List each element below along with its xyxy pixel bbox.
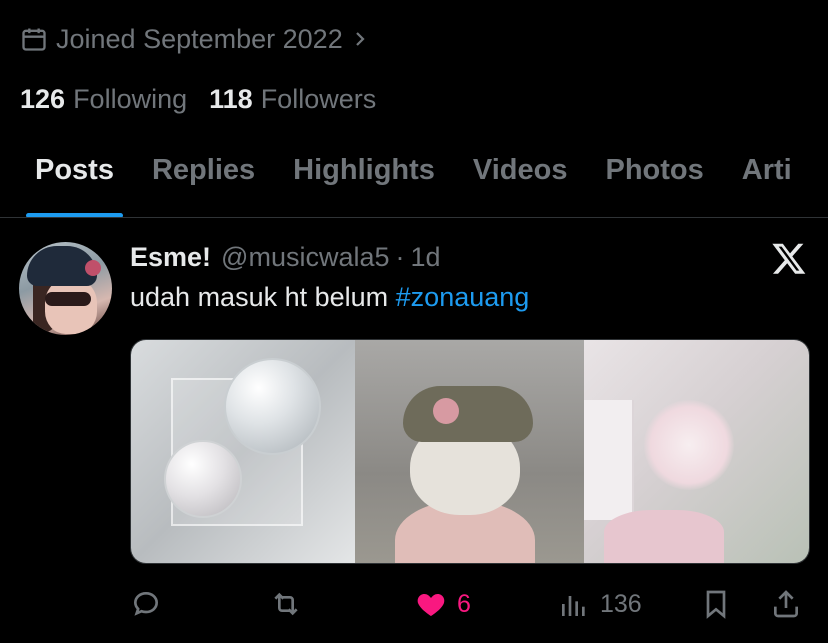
tab-articles[interactable]: Arti	[741, 140, 792, 217]
avatar[interactable]	[19, 242, 112, 335]
repost-button[interactable]	[270, 588, 302, 620]
tab-videos[interactable]: Videos	[472, 140, 568, 217]
post-media-grid[interactable]	[130, 339, 810, 564]
following-stat[interactable]: 126 Following	[20, 84, 187, 115]
calendar-icon	[22, 28, 46, 51]
tab-highlights[interactable]: Highlights	[293, 140, 435, 217]
media-image-lily[interactable]	[583, 340, 809, 563]
post-header: Esme! @musicwala5 · 1d	[130, 240, 441, 274]
post-text: udah masuk ht belum #zonauang	[130, 282, 529, 313]
share-button[interactable]	[770, 588, 802, 620]
tab-highlights-label: Highlights	[293, 154, 435, 186]
share-icon	[774, 590, 798, 618]
chevron-right-icon	[355, 32, 365, 46]
heart-icon	[417, 594, 445, 616]
joined-date-row[interactable]: Joined September 2022	[20, 22, 377, 56]
avatar-flower	[85, 260, 101, 276]
avatar-face	[45, 278, 97, 334]
followers-count: 118	[209, 83, 253, 114]
hashtag-link[interactable]: #zonauang	[396, 282, 530, 312]
lily-flower	[643, 400, 734, 490]
tab-posts[interactable]: Posts	[26, 140, 123, 217]
x-logo-icon	[772, 243, 806, 274]
repost-icon	[274, 592, 298, 616]
author-handle[interactable]: @musicwala5	[221, 242, 389, 273]
bookmark-button[interactable]	[700, 588, 732, 620]
follow-stats: 126 Following 118 Followers	[20, 82, 398, 116]
tab-articles-label: Arti	[741, 154, 792, 186]
avatar-glasses	[45, 292, 91, 306]
like-count: 6	[457, 589, 471, 618]
pink-satin	[603, 510, 724, 563]
following-label: Following	[73, 83, 188, 114]
post[interactable]: Esme! @musicwala5 · 1d udah masuk ht bel…	[0, 218, 828, 643]
author-name[interactable]: Esme!	[130, 242, 211, 273]
separator-dot: ·	[395, 241, 405, 272]
like-button[interactable]: 6	[415, 588, 471, 620]
views-icon	[562, 596, 585, 616]
tab-videos-label: Videos	[472, 154, 568, 186]
tab-photos[interactable]: Photos	[605, 140, 704, 217]
post-actions: 6 136	[130, 584, 810, 624]
followers-stat[interactable]: 118 Followers	[209, 84, 376, 115]
joined-date-text: Joined September 2022	[56, 23, 343, 54]
post-body: udah masuk ht belum	[130, 282, 396, 312]
tab-replies-label: Replies	[151, 154, 256, 186]
post-time[interactable]: 1d	[411, 242, 441, 273]
reply-button[interactable]	[130, 588, 162, 620]
media-image-crystal-spheres[interactable]	[131, 340, 356, 563]
reply-icon	[133, 591, 159, 616]
white-drawer	[583, 400, 634, 520]
bookmark-icon	[706, 590, 726, 619]
tab-photos-label: Photos	[605, 154, 704, 186]
glass-sphere	[164, 440, 242, 518]
following-count: 126	[20, 83, 66, 114]
view-count: 136	[600, 589, 642, 618]
views-button[interactable]: 136	[558, 588, 642, 620]
tab-replies[interactable]: Replies	[151, 140, 256, 217]
media-image-teddy-bear[interactable]	[355, 340, 584, 563]
glass-sphere	[224, 358, 321, 455]
profile-tabs: Posts Replies Highlights Videos Photos A…	[0, 140, 828, 218]
followers-label: Followers	[260, 83, 377, 114]
bear-hat	[403, 386, 534, 442]
tab-posts-label: Posts	[35, 154, 114, 186]
